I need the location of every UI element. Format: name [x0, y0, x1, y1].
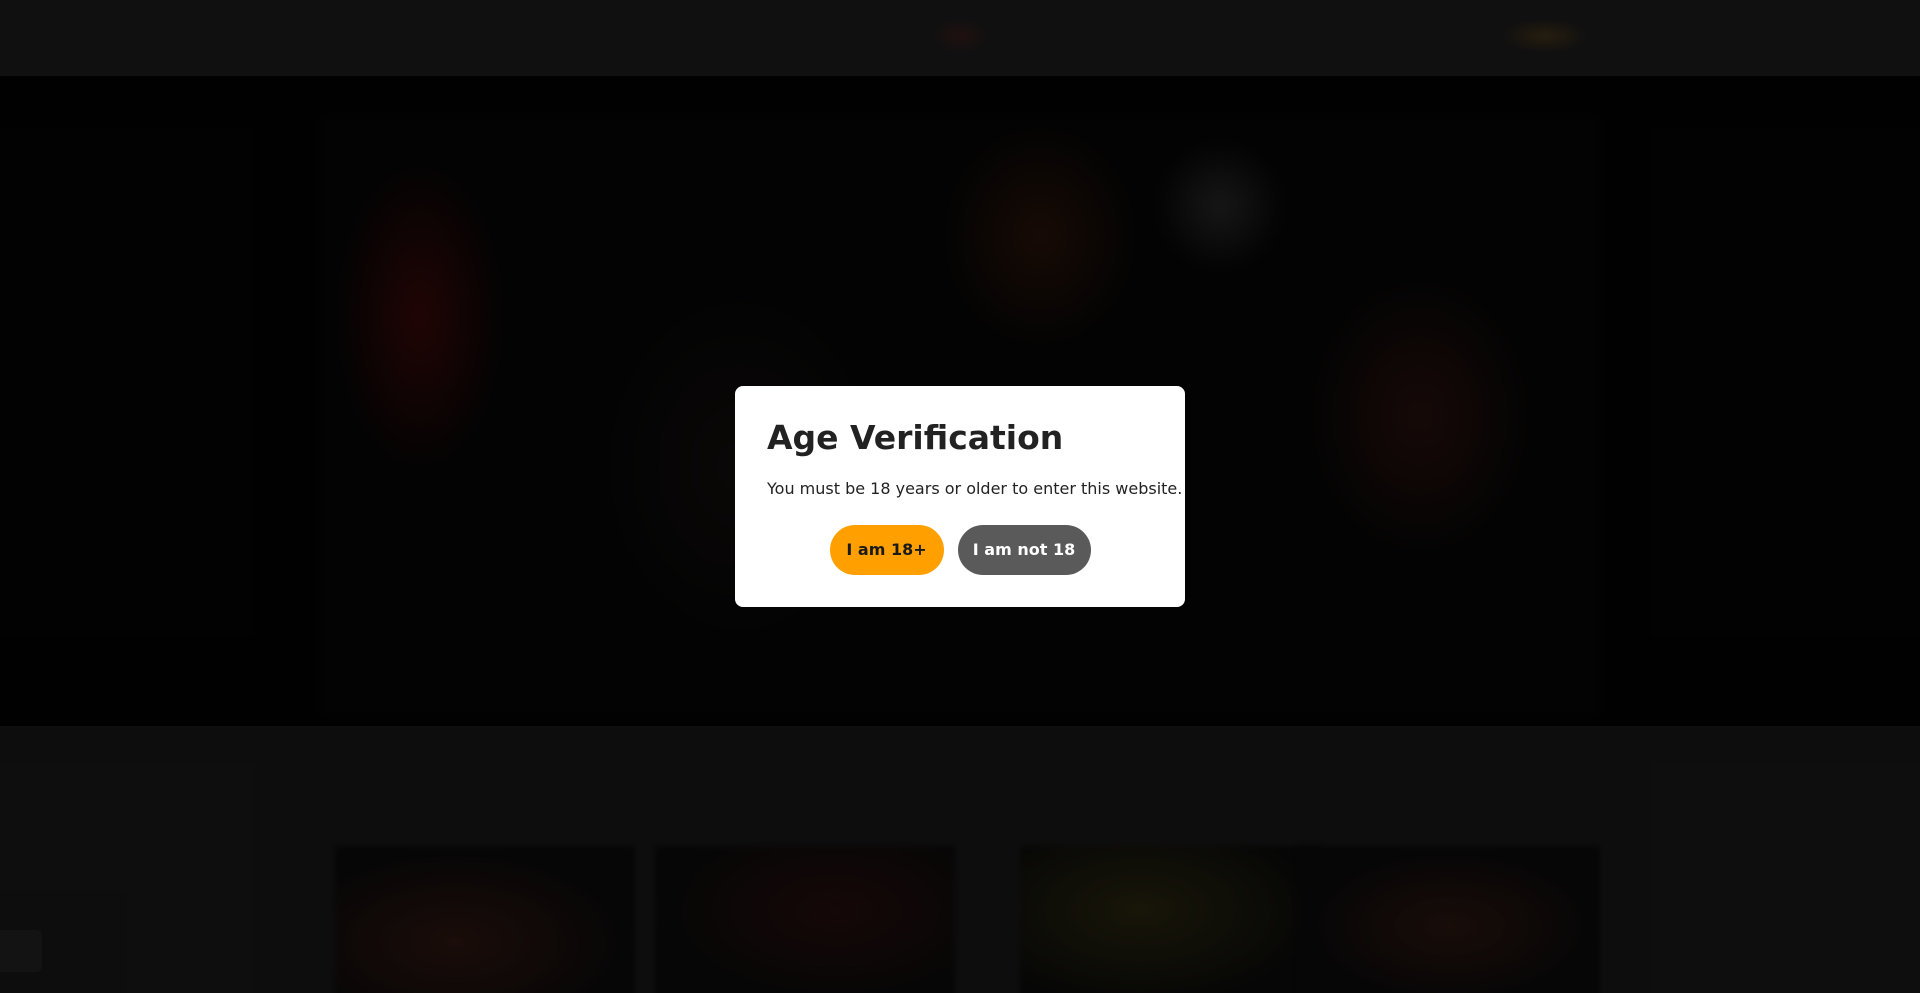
dialog-message: You must be 18 years or older to enter t… [767, 479, 1183, 498]
age-verification-dialog: Age Verification You must be 18 years or… [735, 386, 1185, 607]
dialog-title: Age Verification [767, 418, 1064, 457]
page: Age Verification You must be 18 years or… [0, 0, 1920, 993]
dialog-actions: I am 18+ I am not 18 [735, 525, 1185, 575]
deny-age-button[interactable]: I am not 18 [957, 525, 1091, 575]
confirm-age-button[interactable]: I am 18+ [829, 525, 944, 575]
